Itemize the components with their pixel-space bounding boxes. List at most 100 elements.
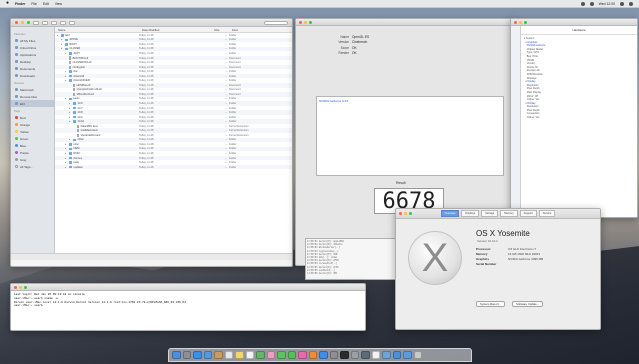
renderer-list[interactable]: NVIDIA GeForce GTX bbox=[316, 96, 504, 176]
trash-icon[interactable] bbox=[413, 350, 422, 360]
mail-icon[interactable] bbox=[203, 350, 212, 360]
ibooks-icon[interactable] bbox=[308, 350, 317, 360]
hardware-tree[interactable]: ▾ System ▾ Graphics NVIDIA GeForce Chips… bbox=[521, 35, 637, 217]
calendar-icon[interactable] bbox=[224, 350, 233, 360]
column-date[interactable]: Date Modified bbox=[139, 28, 211, 32]
forward-button[interactable] bbox=[42, 20, 48, 25]
close-icon[interactable] bbox=[399, 212, 402, 215]
menu-view[interactable]: View bbox=[55, 2, 62, 6]
close-icon[interactable] bbox=[299, 20, 302, 24]
close-icon[interactable] bbox=[514, 20, 517, 24]
disclosure-triangle-icon[interactable]: ▸ bbox=[61, 47, 63, 50]
disclosure-triangle-icon[interactable]: ▸ bbox=[65, 152, 67, 155]
activity-icon[interactable] bbox=[361, 350, 370, 360]
menu-file[interactable]: File bbox=[31, 2, 36, 6]
close-icon[interactable] bbox=[15, 21, 18, 24]
disclosure-triangle-icon[interactable]: ▸ bbox=[69, 111, 71, 114]
sidebar-item-applications[interactable]: Applications bbox=[11, 51, 54, 58]
tab-support[interactable]: Support bbox=[519, 210, 537, 217]
apple-menu-icon[interactable]: ● bbox=[6, 1, 9, 6]
column-name[interactable]: Name bbox=[55, 28, 139, 32]
disclosure-triangle-icon[interactable]: ▸ bbox=[69, 107, 71, 110]
close-icon[interactable] bbox=[14, 285, 17, 289]
disclosure-triangle-icon[interactable]: ▸ bbox=[65, 52, 67, 55]
terminal-output[interactable]: Last login: Wed Jan 28 09:12:41 on conso… bbox=[11, 291, 365, 330]
spotlight-icon[interactable] bbox=[620, 1, 624, 6]
system-report-button[interactable]: System Report... bbox=[476, 301, 505, 307]
sidebar-item-icloud-drive[interactable]: iCloud Drive bbox=[11, 44, 54, 51]
tab-overview[interactable]: Overview bbox=[440, 210, 460, 217]
action-button[interactable] bbox=[69, 20, 75, 25]
column-size[interactable]: Size bbox=[211, 28, 229, 32]
menu-edit[interactable]: Edit bbox=[43, 2, 49, 6]
view-mode-button[interactable] bbox=[51, 20, 57, 25]
zoom-icon[interactable] bbox=[27, 21, 30, 24]
file-row[interactable]: ▸ updates Today, 11:48 -- Folder bbox=[55, 164, 292, 170]
sidebar-item-macintosh[interactable]: Macintosh bbox=[11, 86, 54, 93]
downloads-icon[interactable] bbox=[403, 350, 412, 360]
itunes-icon[interactable] bbox=[298, 350, 307, 360]
volume-icon[interactable] bbox=[589, 1, 594, 6]
minimize-icon[interactable] bbox=[304, 20, 307, 24]
disclosure-triangle-icon[interactable]: ▸ bbox=[57, 34, 59, 37]
zoom-icon[interactable] bbox=[309, 20, 312, 24]
finder-icon[interactable] bbox=[172, 350, 181, 360]
tab-storage[interactable]: Storage bbox=[481, 210, 499, 217]
zoom-icon[interactable] bbox=[24, 285, 27, 289]
disclosure-triangle-icon[interactable]: ▸ bbox=[69, 120, 71, 123]
notes-icon[interactable] bbox=[235, 350, 244, 360]
sidebar-item-efi[interactable]: EFI bbox=[11, 100, 54, 107]
photos-icon[interactable] bbox=[266, 350, 275, 360]
tab-displays[interactable]: Displays bbox=[461, 210, 480, 217]
wifi-icon[interactable] bbox=[580, 1, 585, 6]
disclosure-triangle-icon[interactable]: ▸ bbox=[65, 75, 67, 78]
notification-center-icon[interactable] bbox=[629, 1, 633, 6]
preview-icon[interactable] bbox=[382, 350, 391, 360]
disclosure-triangle-icon[interactable]: ▸ bbox=[65, 166, 67, 169]
sidebar-item-gray[interactable]: Gray bbox=[11, 156, 54, 163]
console-icon[interactable] bbox=[350, 350, 359, 360]
sidebar-item-documents[interactable]: Documents bbox=[11, 65, 54, 72]
sidebar-item-yellow[interactable]: Yellow bbox=[11, 128, 54, 135]
appstore-icon[interactable] bbox=[319, 350, 328, 360]
minimize-icon[interactable] bbox=[21, 21, 24, 24]
reminders-icon[interactable] bbox=[245, 350, 254, 360]
disclosure-triangle-icon[interactable]: ▸ bbox=[61, 43, 63, 46]
minimize-icon[interactable] bbox=[19, 285, 22, 289]
folder-icon[interactable] bbox=[392, 350, 401, 360]
minimize-icon[interactable] bbox=[519, 20, 522, 24]
sidebar-item-green[interactable]: Green bbox=[11, 135, 54, 142]
launchpad-icon[interactable] bbox=[182, 350, 191, 360]
terminal-icon[interactable] bbox=[340, 350, 349, 360]
textedit-icon[interactable] bbox=[371, 350, 380, 360]
tab-service[interactable]: Service bbox=[538, 210, 556, 217]
menu-clock[interactable]: Wed 12:00 bbox=[599, 2, 615, 6]
preferences-icon[interactable] bbox=[329, 350, 338, 360]
disclosure-triangle-icon[interactable]: ▸ bbox=[65, 97, 67, 100]
contacts-icon[interactable] bbox=[214, 350, 223, 360]
minimize-icon[interactable] bbox=[404, 212, 407, 215]
sidebar-item-purple[interactable]: Purple bbox=[11, 149, 54, 156]
sidebar-item-desktop[interactable]: Desktop bbox=[11, 58, 54, 65]
finder-search-input[interactable] bbox=[264, 20, 288, 25]
disclosure-triangle-icon[interactable]: ▸ bbox=[65, 79, 67, 82]
disclosure-triangle-icon[interactable]: ▸ bbox=[69, 138, 71, 141]
sidebar-item-all-tags[interactable]: All Tags... bbox=[11, 163, 54, 170]
disclosure-triangle-icon[interactable]: ▸ bbox=[61, 38, 63, 41]
arrange-button[interactable] bbox=[60, 20, 66, 25]
disclosure-triangle-icon[interactable]: ▸ bbox=[65, 70, 67, 73]
tab-memory[interactable]: Memory bbox=[500, 210, 518, 217]
disclosure-triangle-icon[interactable]: ▸ bbox=[65, 161, 67, 164]
zoom-icon[interactable] bbox=[409, 212, 412, 215]
sidebar-item-remote-disc[interactable]: Remote Disc bbox=[11, 93, 54, 100]
maps-icon[interactable] bbox=[256, 350, 265, 360]
back-button[interactable] bbox=[33, 20, 39, 25]
tree-node[interactable]: Online: Yes bbox=[524, 116, 634, 120]
disclosure-triangle-icon[interactable]: ▸ bbox=[65, 147, 67, 150]
disclosure-triangle-icon[interactable]: ▸ bbox=[69, 102, 71, 105]
sidebar-item-all-my-files[interactable]: All My Files bbox=[11, 37, 54, 44]
menu-app-name[interactable]: Finder bbox=[15, 2, 25, 6]
sidebar-item-orange[interactable]: Orange bbox=[11, 121, 54, 128]
disclosure-triangle-icon[interactable]: ▸ bbox=[65, 157, 67, 160]
facetime-icon[interactable] bbox=[287, 350, 296, 360]
